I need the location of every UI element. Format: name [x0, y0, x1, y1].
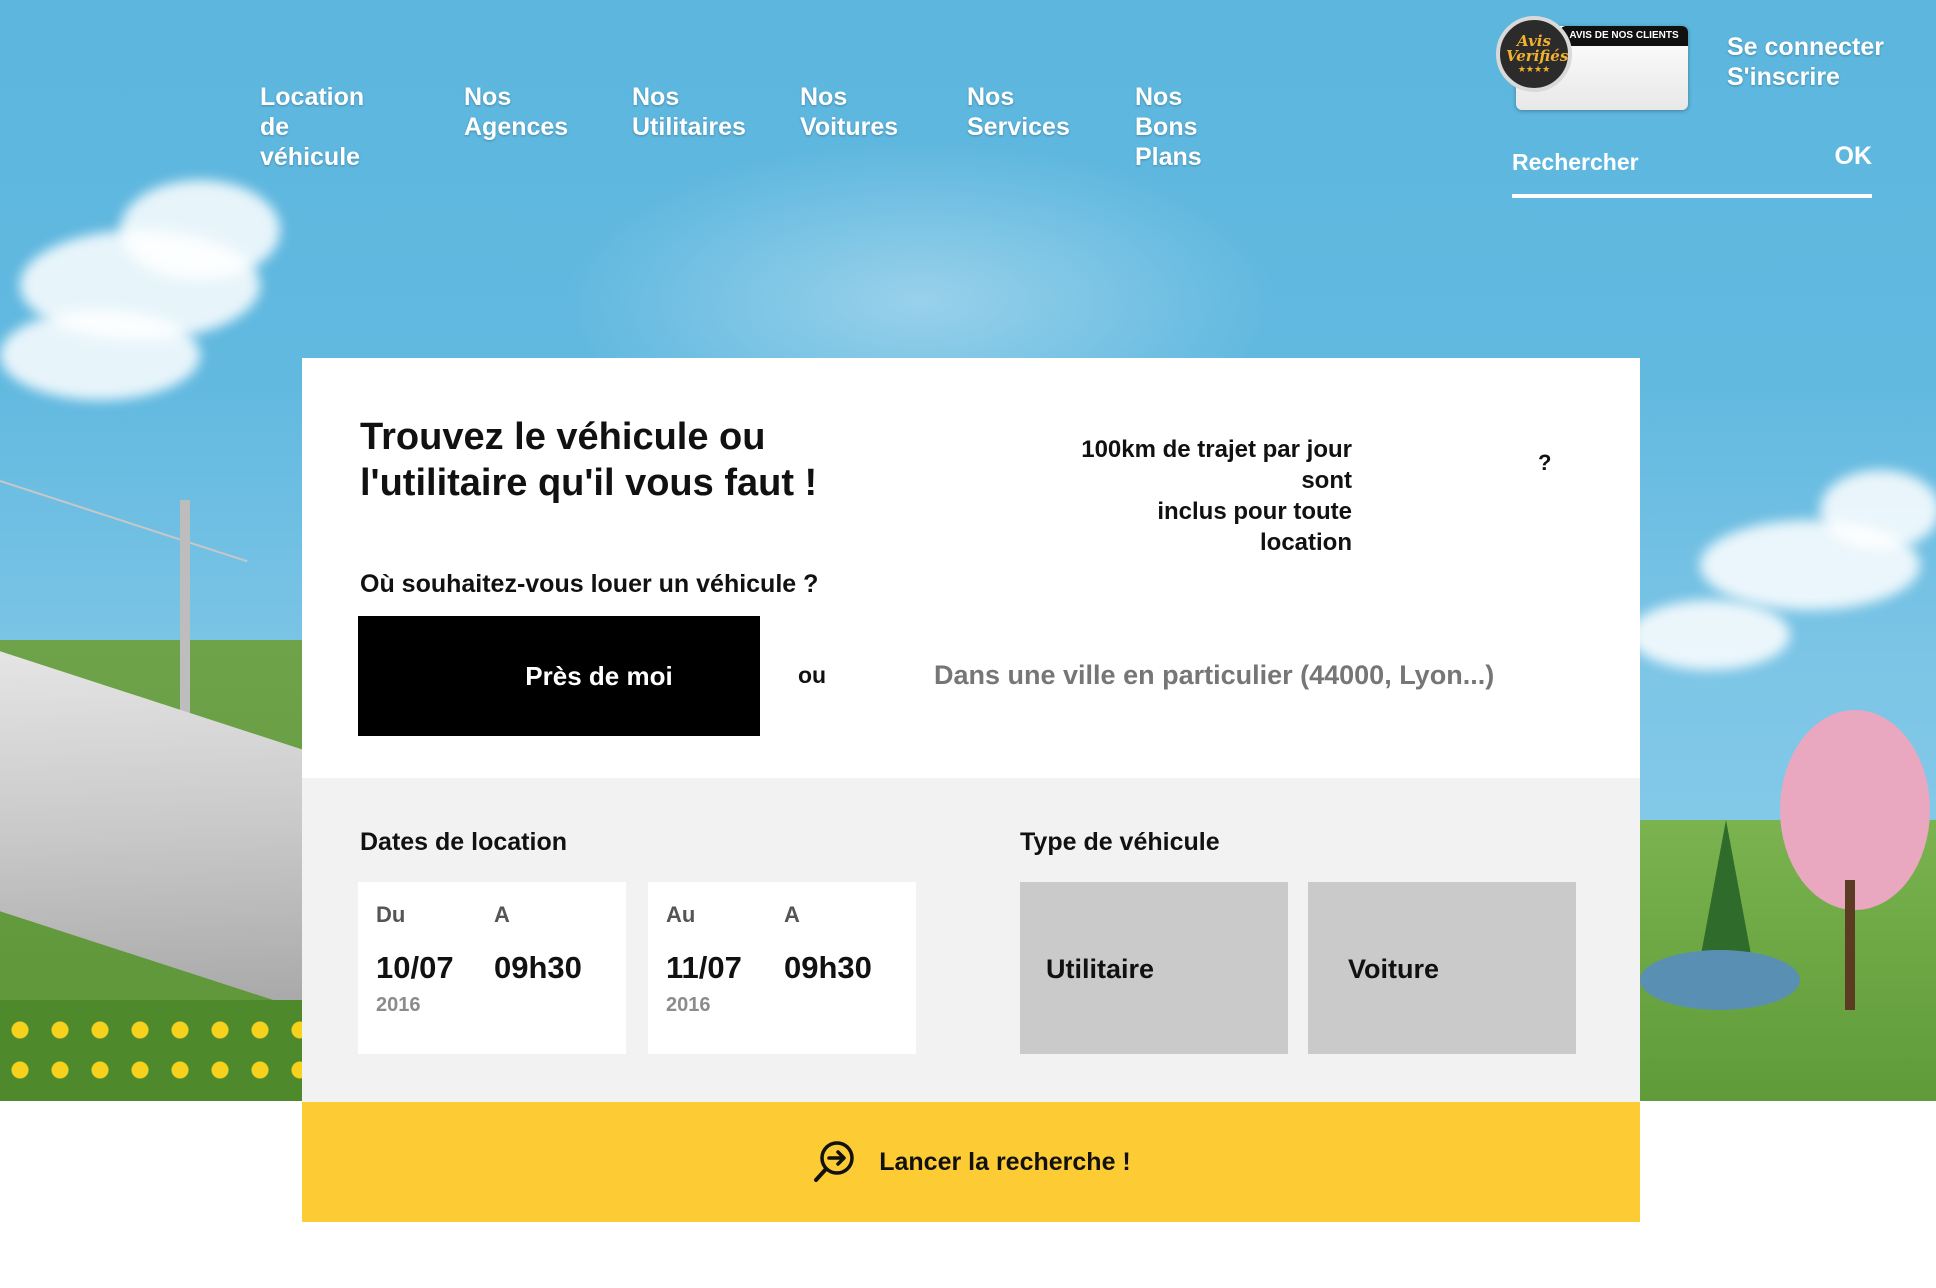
city-search-input[interactable]	[932, 650, 1612, 700]
location-question: Où souhaitez-vous louer un véhicule ?	[360, 570, 819, 598]
badge-strip-label: AVIS DE NOS CLIENTS	[1560, 26, 1688, 46]
booking-panel: Trouvez le véhicule ou l'utilitaire qu'i…	[302, 358, 1640, 1222]
seal-title: Avis Verifiés	[1506, 32, 1569, 65]
login-link[interactable]: Se connecter	[1727, 32, 1884, 62]
end-year-value: 2016	[666, 994, 711, 1016]
start-year-value: 2016	[376, 994, 421, 1016]
start-date-picker[interactable]: Du 10/07 2016 A 09h30	[358, 882, 626, 1054]
mileage-note: 100km de trajet par jour sont inclus pou…	[1081, 436, 1352, 556]
nav-nos-bons-plans[interactable]: Nos Bons Plans	[1135, 82, 1202, 172]
cloud	[0, 310, 200, 400]
nav-nos-services[interactable]: Nos Services	[967, 82, 1070, 142]
end-date-value: 11/07	[666, 950, 742, 985]
nav-nos-utilitaires[interactable]: Nos Utilitaires	[632, 82, 746, 142]
type-utilitaire-option[interactable]: Utilitaire	[1020, 882, 1288, 1054]
start-time-heading: A	[494, 902, 510, 927]
search-ok-button[interactable]: OK	[1835, 142, 1873, 171]
pine-tree	[1700, 820, 1752, 960]
start-date-column: Du 10/07 2016	[376, 902, 454, 1017]
account-links: Se connecter S'inscrire	[1727, 32, 1884, 92]
dates-label: Dates de location	[360, 828, 567, 856]
bridge-tower	[180, 500, 190, 740]
end-date-column: Au 11/07 2016	[666, 902, 742, 1017]
start-time-value: 09h30	[494, 950, 582, 985]
end-time-value: 09h30	[784, 950, 872, 985]
seal-stars-icon: ★★★★	[1517, 64, 1551, 74]
blossom-tree	[1780, 710, 1930, 910]
start-day-heading: Du	[376, 902, 406, 927]
type-voiture-option[interactable]: Voiture	[1308, 882, 1576, 1054]
vehicle-type-label: Type de véhicule	[1020, 828, 1220, 856]
type-utilitaire-label: Utilitaire	[1046, 954, 1155, 984]
start-time-column: A 09h30	[494, 902, 582, 986]
cloud	[1630, 600, 1790, 670]
magnifier-arrow-icon	[814, 1141, 854, 1182]
lake	[1640, 950, 1800, 1010]
location-section: Trouvez le véhicule ou l'utilitaire qu'i…	[302, 358, 1640, 778]
verified-reviews-seal-icon: Avis Verifiés ★★★★	[1496, 16, 1572, 92]
reviews-badge[interactable]: AVIS DE NOS CLIENTS Avis Verifiés ★★★★	[1496, 16, 1688, 110]
cloud	[120, 180, 280, 280]
tree-trunk	[1845, 880, 1855, 1010]
type-voiture-label: Voiture	[1348, 954, 1440, 984]
end-date-picker[interactable]: Au 11/07 2016 A 09h30	[648, 882, 916, 1054]
end-time-column: A 09h30	[784, 902, 872, 986]
end-time-heading: A	[784, 902, 800, 927]
bridge-cable	[0, 480, 248, 563]
daffodil-field	[0, 1000, 320, 1101]
nav-nos-agences[interactable]: Nos Agences	[464, 82, 568, 142]
help-button[interactable]: ?	[1538, 450, 1551, 476]
start-date-value: 10/07	[376, 950, 454, 985]
page-title: Trouvez le véhicule ou l'utilitaire qu'i…	[360, 416, 818, 504]
search-submit-label: Lancer la recherche !	[879, 1147, 1131, 1176]
cloud	[1820, 470, 1936, 550]
search-input[interactable]	[1512, 142, 1802, 182]
nav-nos-voitures[interactable]: Nos Voitures	[800, 82, 898, 142]
or-separator: ou	[798, 662, 827, 688]
end-day-heading: Au	[666, 902, 696, 927]
search-submit-button[interactable]: Lancer la recherche !	[302, 1102, 1640, 1222]
site-search: OK	[1512, 142, 1872, 198]
signup-link[interactable]: S'inscrire	[1727, 62, 1884, 92]
near-me-button[interactable]: Près de moi	[358, 616, 760, 736]
nav-location-de-vehicule[interactable]: Location de véhicule	[260, 82, 364, 172]
